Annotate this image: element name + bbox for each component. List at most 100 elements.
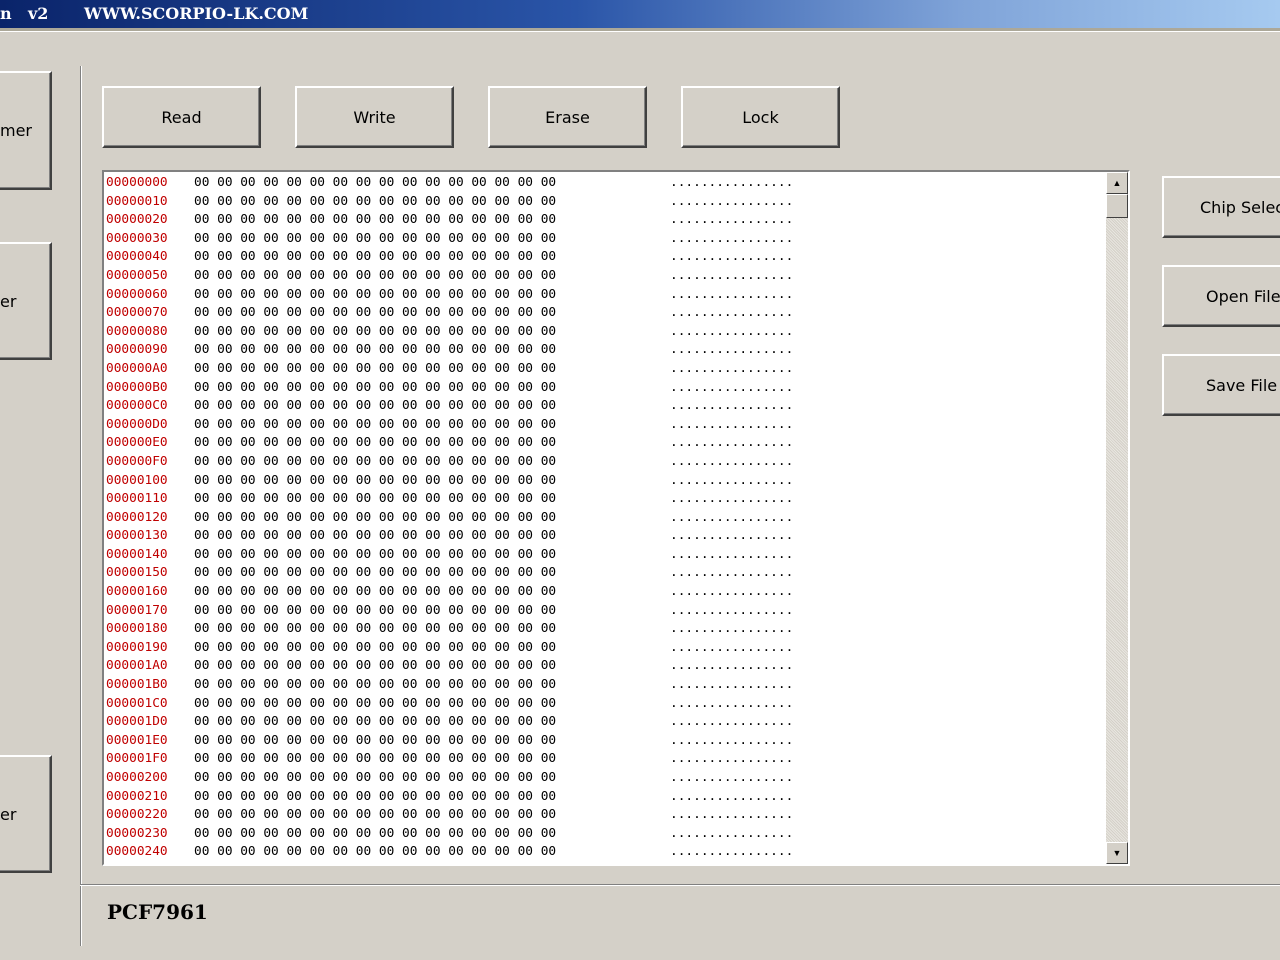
hex-address: 000001E0 [106,732,168,748]
hex-bytes: 00 00 00 00 00 00 00 00 00 00 00 00 00 0… [194,770,557,785]
hex-ascii: ................ [670,435,794,451]
hex-bytes: 00 00 00 00 00 00 00 00 00 00 00 00 00 0… [194,416,557,432]
hex-address: 00000200 [106,770,168,785]
left-button-2[interactable]: er [0,242,52,360]
hex-row: 000001E0 00 00 00 00 00 00 00 00 00 00 00… [106,732,1102,751]
left-button-3[interactable]: er [0,755,52,873]
hex-address: 00000110 [106,491,168,507]
hex-row: 00000090 00 00 00 00 00 00 00 00 00 00 00… [106,341,1102,360]
hex-row: 00000100 00 00 00 00 00 00 00 00 00 00 00… [106,472,1102,491]
hex-ascii: ................ [670,770,794,785]
hex-row: 000000C0 00 00 00 00 00 00 00 00 00 00 00… [106,397,1102,416]
hex-ascii: ................ [670,714,794,730]
hex-address: 00000140 [106,546,168,562]
left-button-label: mer [0,121,33,140]
lock-button[interactable]: Lock [681,86,840,148]
hex-row: 00000220 00 00 00 00 00 00 00 00 00 00 00… [106,806,1102,825]
write-button[interactable]: Write [295,86,454,148]
hex-address: 00000010 [106,193,168,209]
hex-address: 00000060 [106,286,168,302]
hex-address: 00000230 [106,825,168,841]
hex-row: 00000210 00 00 00 00 00 00 00 00 00 00 00… [106,788,1102,807]
hex-ascii: ................ [670,286,794,302]
hex-address: 00000240 [106,844,168,860]
hex-row: 00000120 00 00 00 00 00 00 00 00 00 00 00… [106,509,1102,528]
hex-row: 00000060 00 00 00 00 00 00 00 00 00 00 00… [106,286,1102,305]
save-file-button[interactable]: Save File [1162,354,1280,416]
hex-ascii: ................ [670,751,794,767]
open-file-button[interactable]: Open File [1162,265,1280,327]
hex-bytes: 00 00 00 00 00 00 00 00 00 00 00 00 00 0… [194,714,557,730]
hex-bytes: 00 00 00 00 00 00 00 00 00 00 00 00 00 0… [194,286,557,302]
hex-bytes: 00 00 00 00 00 00 00 00 00 00 00 00 00 0… [194,491,557,507]
hex-bytes: 00 00 00 00 00 00 00 00 00 00 00 00 00 0… [194,621,557,637]
chip-select-label: Chip Selec [1200,197,1280,217]
hex-row: 000001D0 00 00 00 00 00 00 00 00 00 00 00… [106,713,1102,732]
arrow-down-icon[interactable]: ▼ [1106,842,1128,864]
read-button[interactable]: Read [102,86,261,148]
hex-address: 00000220 [106,807,168,823]
chip-select-button[interactable]: Chip Selec [1162,176,1280,238]
hex-bytes: 00 00 00 00 00 00 00 00 00 00 00 00 00 0… [194,639,557,655]
hex-bytes: 00 00 00 00 00 00 00 00 00 00 00 00 00 0… [194,565,557,581]
hex-row: 00000180 00 00 00 00 00 00 00 00 00 00 00… [106,620,1102,639]
hex-row: 000001B0 00 00 00 00 00 00 00 00 00 00 00… [106,676,1102,695]
hex-bytes: 00 00 00 00 00 00 00 00 00 00 00 00 00 0… [194,453,557,469]
hex-bytes: 00 00 00 00 00 00 00 00 00 00 00 00 00 0… [194,584,557,600]
hex-address: 00000000 [106,175,168,190]
save-file-label: Save File [1206,375,1278,395]
hex-bytes: 00 00 00 00 00 00 00 00 00 00 00 00 00 0… [194,844,557,860]
title-site: WWW.SCORPIO-LK.COM [84,4,309,23]
hex-ascii: ................ [670,584,794,600]
title-separator [0,28,1280,32]
hex-row: 00000150 00 00 00 00 00 00 00 00 00 00 00… [106,564,1102,583]
hex-ascii: ................ [670,472,794,488]
hex-bytes: 00 00 00 00 00 00 00 00 00 00 00 00 00 0… [194,732,557,748]
hex-ascii: ................ [670,602,794,618]
hex-ascii: ................ [670,695,794,711]
hex-ascii: ................ [670,509,794,525]
arrow-up-icon[interactable]: ▲ [1106,172,1128,194]
hex-address: 000000F0 [106,453,168,469]
left-button-label: er [0,291,17,311]
hex-row: 00000190 00 00 00 00 00 00 00 00 00 00 00… [106,639,1102,658]
hex-row: 000000A0 00 00 00 00 00 00 00 00 00 00 00… [106,360,1102,379]
hex-address: 000000A0 [106,360,168,376]
hex-address: 00000190 [106,639,168,655]
hex-bytes: 00 00 00 00 00 00 00 00 00 00 00 00 00 0… [194,249,557,265]
hex-ascii: ................ [670,491,794,507]
hex-ascii: ................ [670,565,794,581]
hex-address: 00000080 [106,323,168,339]
hex-address: 00000050 [106,267,168,283]
erase-button[interactable]: Erase [488,86,647,148]
hex-bytes: 00 00 00 00 00 00 00 00 00 00 00 00 00 0… [194,546,557,562]
hex-ascii: ................ [670,825,794,841]
scroll-thumb[interactable] [1106,194,1128,218]
hex-row: 00000030 00 00 00 00 00 00 00 00 00 00 00… [106,230,1102,249]
hex-ascii: ................ [670,677,794,693]
left-button-programmer[interactable]: mer [0,71,52,190]
hex-view[interactable]: 00000000 00 00 00 00 00 00 00 00 00 00 00… [102,170,1130,866]
vertical-scrollbar[interactable]: ▲ ▼ [1106,172,1128,864]
hex-bytes: 00 00 00 00 00 00 00 00 00 00 00 00 00 0… [194,323,557,339]
hex-ascii: ................ [670,528,794,544]
hex-bytes: 00 00 00 00 00 00 00 00 00 00 00 00 00 0… [194,193,557,209]
hex-bytes: 00 00 00 00 00 00 00 00 00 00 00 00 00 0… [194,342,557,358]
hex-address: 00000160 [106,584,168,600]
hex-ascii: ................ [670,639,794,655]
hex-address: 000000C0 [106,398,168,414]
hex-row: 00000040 00 00 00 00 00 00 00 00 00 00 00… [106,248,1102,267]
hex-address: 00000150 [106,565,168,581]
hex-ascii: ................ [670,323,794,339]
hex-ascii: ................ [670,193,794,209]
hex-bytes: 00 00 00 00 00 00 00 00 00 00 00 00 00 0… [194,602,557,618]
hex-address: 00000120 [106,509,168,525]
hex-address: 000001F0 [106,751,168,767]
hex-row: 000001C0 00 00 00 00 00 00 00 00 00 00 00… [106,695,1102,714]
hex-row: 00000200 00 00 00 00 00 00 00 00 00 00 00… [106,769,1102,788]
hex-ascii: ................ [670,621,794,637]
hex-row: 00000000 00 00 00 00 00 00 00 00 00 00 00… [106,174,1102,193]
hex-address: 00000100 [106,472,168,488]
hex-bytes: 00 00 00 00 00 00 00 00 00 00 00 00 00 0… [194,398,557,414]
hex-address: 000001C0 [106,695,168,711]
